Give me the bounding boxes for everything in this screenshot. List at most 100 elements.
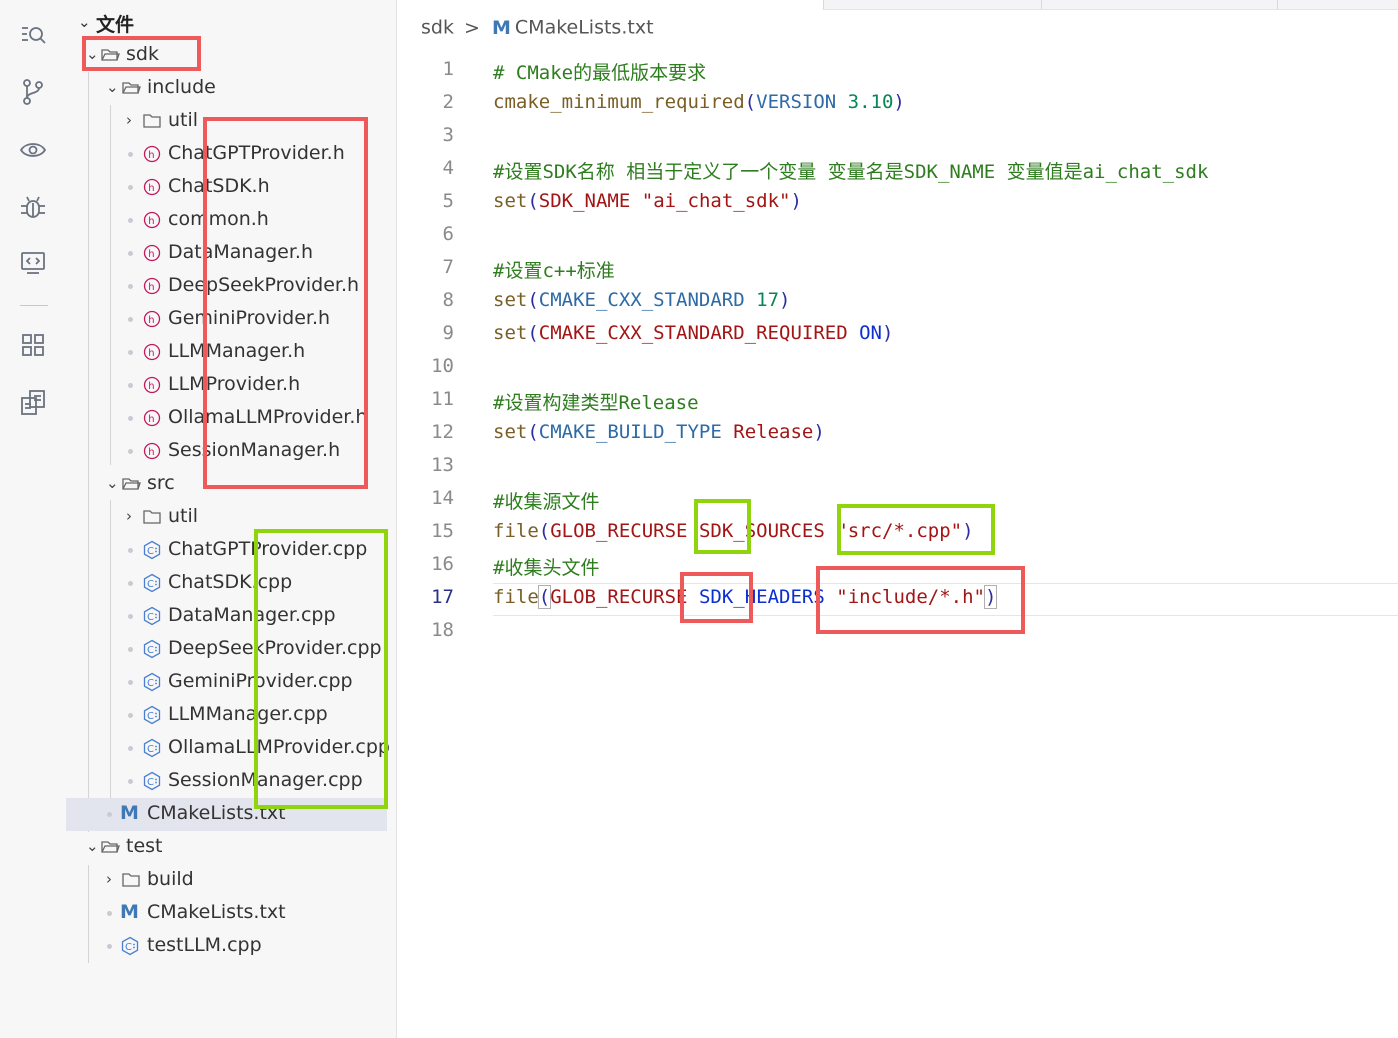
- comment: #设置c++标准: [493, 260, 615, 282]
- remote-screen-icon[interactable]: [18, 248, 48, 278]
- code-line: 14 #收集源文件: [397, 483, 1398, 516]
- header-file-icon: h: [142, 210, 162, 230]
- code-text[interactable]: # CMake的最低版本要求: [493, 58, 706, 85]
- tree-file-source[interactable]: C SessionManager.cpp: [66, 765, 387, 798]
- line-number: 1: [442, 58, 454, 80]
- function-name: set: [493, 190, 528, 212]
- search-list-icon[interactable]: [18, 20, 48, 50]
- tree-file-header[interactable]: h common.h: [66, 204, 387, 237]
- header-file-icon: h: [142, 177, 162, 197]
- tree-file-header[interactable]: h OllamaLLMProvider.h: [66, 402, 387, 435]
- chevron-right-icon: ›: [126, 111, 132, 129]
- tree-label: SessionManager.h: [168, 439, 341, 461]
- tree-dot: [128, 779, 133, 784]
- code-text[interactable]: #设置c++标准: [493, 256, 615, 283]
- code-line: 1 # CMake的最低版本要求: [397, 54, 1398, 87]
- tree-folder-test[interactable]: ⌄ test: [66, 831, 387, 864]
- chevron-down-icon[interactable]: ⌄: [78, 13, 91, 31]
- code-text[interactable]: cmake_minimum_required(VERSION 3.10): [493, 91, 905, 113]
- tree-file-header[interactable]: h DataManager.h: [66, 237, 387, 270]
- code-line: 9 set(CMAKE_CXX_STANDARD_REQUIRED ON): [397, 318, 1398, 351]
- cmake-file-icon: M: [491, 16, 511, 39]
- eye-icon[interactable]: [18, 135, 48, 165]
- code-text[interactable]: set(CMAKE_BUILD_TYPE Release): [493, 421, 825, 443]
- header-icon-letter: h: [148, 249, 154, 260]
- tree-file-cmakelists[interactable]: M CMakeLists.txt: [66, 897, 387, 930]
- tree-file-source[interactable]: C OllamaLLMProvider.cpp: [66, 732, 390, 765]
- tree-file-source[interactable]: C GeminiProvider.cpp: [66, 666, 387, 699]
- chevron-down-icon: ⌄: [86, 837, 99, 855]
- tree-dot: [128, 647, 133, 652]
- code-text[interactable]: set(CMAKE_CXX_STANDARD 17): [493, 289, 790, 311]
- chevron-down-icon: ⌄: [86, 45, 99, 63]
- debug-bug-icon[interactable]: [18, 192, 48, 222]
- tree-folder-include[interactable]: ⌄ include: [66, 72, 387, 105]
- header-file-icon: h: [142, 408, 162, 428]
- header-file-icon: h: [142, 144, 162, 164]
- tree-file-source[interactable]: C ChatGPTProvider.cpp: [66, 534, 387, 567]
- tree-file-cmakelists[interactable]: M CMakeLists.txt: [66, 798, 387, 831]
- tree-folder-build[interactable]: › build: [66, 864, 387, 897]
- tree-file-header[interactable]: h LLMManager.h: [66, 336, 387, 369]
- tree-file-header[interactable]: h SessionManager.h: [66, 435, 387, 468]
- function-name: set: [493, 289, 528, 311]
- tree-folder-sdk[interactable]: ⌄ sdk: [66, 39, 387, 72]
- source-control-icon[interactable]: [18, 77, 48, 107]
- tree-label: DeepSeekProvider.cpp: [168, 637, 382, 659]
- function-name: file: [493, 586, 539, 608]
- tab-separator: [823, 0, 824, 9]
- tree-folder-util[interactable]: › util: [66, 501, 387, 534]
- document-list-icon[interactable]: [18, 387, 48, 417]
- code-text[interactable]: file(GLOB_RECURSE SDK_SOURCES "src/*.cpp…: [493, 520, 974, 542]
- explorer-title[interactable]: 文件: [96, 10, 134, 37]
- tree-file-source[interactable]: C ChatSDK.cpp: [66, 567, 387, 600]
- tree-dot: [107, 911, 112, 916]
- tree-file-source[interactable]: C DataManager.cpp: [66, 600, 387, 633]
- tree-file-testllm-cpp[interactable]: C testLLM.cpp: [66, 930, 387, 963]
- header-file-icon: h: [142, 375, 162, 395]
- tree-label: OllamaLLMProvider.h: [168, 406, 368, 428]
- header-icon-letter: h: [148, 414, 154, 425]
- folder-open-icon: [100, 837, 120, 857]
- keyword: CMAKE_CXX_STANDARD: [538, 289, 745, 311]
- tree-folder-src[interactable]: ⌄ src: [66, 468, 387, 501]
- tree-file-header[interactable]: h DeepSeekProvider.h: [66, 270, 387, 303]
- svg-text:C: C: [147, 546, 154, 557]
- header-icon-letter: h: [148, 348, 154, 359]
- breadcrumb-file[interactable]: CMakeLists.txt: [515, 17, 654, 39]
- tree-file-header[interactable]: h ChatSDK.h: [66, 171, 387, 204]
- activity-bar: [0, 0, 66, 1038]
- extensions-grid-icon[interactable]: [18, 330, 48, 360]
- tree-file-header[interactable]: h LLMProvider.h: [66, 369, 387, 402]
- tree-label: ChatGPTProvider.h: [168, 142, 345, 164]
- tree-label: util: [168, 109, 199, 131]
- code-text[interactable]: #设置SDK名称 相当于定义了一个变量 变量名是SDK_NAME 变量值是ai_…: [493, 157, 1208, 184]
- tree-folder-util[interactable]: › util: [66, 105, 387, 138]
- code-text[interactable]: set(SDK_NAME "ai_chat_sdk"): [493, 190, 802, 212]
- cpp-file-icon: C: [142, 771, 162, 791]
- tree-file-source[interactable]: C LLMManager.cpp: [66, 699, 387, 732]
- tree-label: util: [168, 505, 199, 527]
- tree-label: LLMManager.cpp: [168, 703, 328, 725]
- tree-dot: [107, 812, 112, 817]
- tree-label: include: [147, 76, 216, 98]
- header-file-icon: h: [142, 309, 162, 329]
- variable: SDK_HEADERS: [698, 586, 825, 608]
- code-text[interactable]: #收集头文件: [493, 553, 599, 580]
- tree-dot: [128, 284, 133, 289]
- tree-label: ChatSDK.cpp: [168, 571, 293, 593]
- tree-file-header[interactable]: h GeminiProvider.h: [66, 303, 387, 336]
- chevron-right-icon: ›: [126, 507, 132, 525]
- code-text[interactable]: set(CMAKE_CXX_STANDARD_REQUIRED ON): [493, 322, 893, 344]
- code-text[interactable]: file(GLOB_RECURSE SDK_HEADERS "include/*…: [493, 585, 998, 609]
- tree-label: LLMManager.h: [168, 340, 306, 362]
- variable: SDK_NAME: [538, 190, 631, 212]
- chevron-right-icon: >: [464, 16, 480, 39]
- code-text[interactable]: #收集源文件: [493, 487, 599, 514]
- tree-file-header[interactable]: h ChatGPTProvider.h: [66, 138, 387, 171]
- breadcrumb-folder[interactable]: sdk: [421, 17, 454, 39]
- svg-text:C: C: [147, 678, 154, 689]
- tree-file-source[interactable]: C DeepSeekProvider.cpp: [66, 633, 387, 666]
- activity-separator: [20, 305, 48, 306]
- code-text[interactable]: #设置构建类型Release: [493, 388, 699, 415]
